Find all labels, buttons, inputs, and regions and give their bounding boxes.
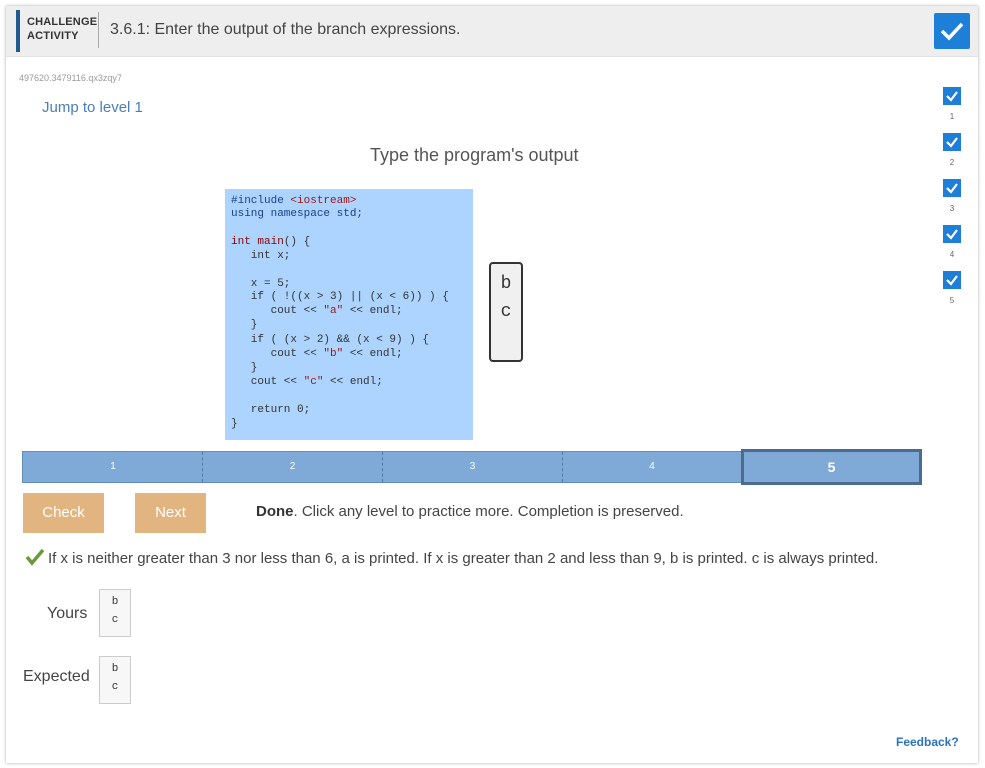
expected-line-2: c	[111, 681, 119, 693]
checkbox-checked-icon[interactable]	[943, 271, 961, 289]
explanation-text: If x is neither greater than 3 nor less …	[48, 550, 879, 567]
yours-line-1: b	[111, 596, 119, 608]
level-indicator-5: 5	[949, 296, 955, 305]
activity-tag: CHALLENGE ACTIVITY	[16, 10, 102, 52]
checkbox-checked-icon[interactable]	[943, 179, 961, 197]
code-line-13: }	[231, 362, 258, 374]
level-5-tab-selected[interactable]: 5	[741, 449, 922, 485]
status-rest: . Click any level to practice more. Comp…	[293, 503, 684, 520]
code-header: <iostream>	[290, 195, 357, 207]
checkmark-icon	[934, 13, 970, 49]
output-line-2: c	[500, 302, 512, 322]
level-indicator-2: 2	[949, 158, 955, 167]
code-string-b: "b"	[323, 348, 344, 360]
yours-label: Yours	[47, 605, 88, 622]
tag-line-activity: ACTIVITY	[27, 30, 79, 42]
level-indicator-3: 3	[949, 204, 955, 213]
code-line-2: using namespace std;	[231, 208, 364, 220]
challenge-activity-card: CHALLENGE ACTIVITY 3.6.1: Enter the outp…	[6, 6, 978, 763]
activity-header: CHALLENGE ACTIVITY 3.6.1: Enter the outp…	[6, 6, 978, 57]
header-separator	[98, 12, 99, 48]
explanation: If x is neither greater than 3 nor less …	[25, 548, 878, 567]
code-line-1: #include <iostream>	[231, 195, 356, 208]
level-indicator-4: 4	[949, 250, 955, 259]
activity-title: 3.6.1: Enter the output of the branch ex…	[110, 21, 461, 38]
code-include: #include	[231, 195, 291, 207]
checkbox-checked-icon[interactable]	[943, 225, 961, 243]
expected-line-1: b	[111, 663, 119, 675]
status-message: Done. Click any level to practice more. …	[256, 503, 684, 520]
checkbox-checked-icon[interactable]	[943, 133, 961, 151]
output-input-box[interactable]: b c	[489, 262, 523, 362]
code-block: #include <iostream> using namespace std;…	[225, 189, 473, 440]
code-line-9: cout << "a" << endl;	[231, 305, 403, 317]
code-line-17: }	[231, 418, 238, 430]
expected-label: Expected	[23, 668, 90, 685]
code-line-16: return 0;	[231, 404, 311, 416]
output-line-1: b	[500, 274, 512, 294]
code-line-11: if ( (x > 2) && (x < 9) ) {	[231, 334, 430, 346]
code-line-12: cout << "b" << endl;	[231, 348, 403, 360]
code-keyword: int main	[231, 236, 284, 248]
next-button[interactable]: Next	[135, 493, 206, 533]
code-line-10: }	[231, 319, 258, 331]
level-1-tab[interactable]: 1	[23, 452, 203, 482]
code-string-c: "c"	[303, 376, 324, 388]
yours-line-2: c	[111, 614, 119, 626]
status-done: Done	[256, 503, 294, 520]
green-check-icon	[25, 548, 45, 566]
check-button[interactable]: Check	[23, 493, 104, 533]
expected-output-box: b c	[99, 656, 131, 704]
yours-output-box: b c	[99, 589, 131, 637]
code-line-5: int x;	[231, 250, 291, 262]
code-line-4: int main() {	[231, 236, 311, 248]
feedback-link[interactable]: Feedback?	[896, 735, 959, 749]
activity-id: 497620.3479116.qx3zqy7	[19, 73, 122, 83]
tag-line-challenge: CHALLENGE	[27, 16, 98, 28]
checkbox-checked-icon[interactable]	[943, 87, 961, 105]
code-line-8: if ( !((x > 3) || (x < 6)) ) {	[231, 291, 449, 303]
level-2-tab[interactable]: 2	[203, 452, 382, 482]
code-line-14: cout << "c" << endl;	[231, 376, 383, 388]
code-string-a: "a"	[323, 305, 344, 317]
jump-to-level-link[interactable]: Jump to level 1	[42, 99, 143, 116]
code-line-7: x = 5;	[231, 278, 291, 290]
level-3-tab[interactable]: 3	[383, 452, 562, 482]
level-progress-bar: 1 2 3 4 5	[22, 449, 922, 485]
level-indicator-1: 1	[949, 112, 955, 121]
instruction-text: Type the program's output	[370, 145, 579, 165]
level-4-tab[interactable]: 4	[563, 452, 741, 482]
